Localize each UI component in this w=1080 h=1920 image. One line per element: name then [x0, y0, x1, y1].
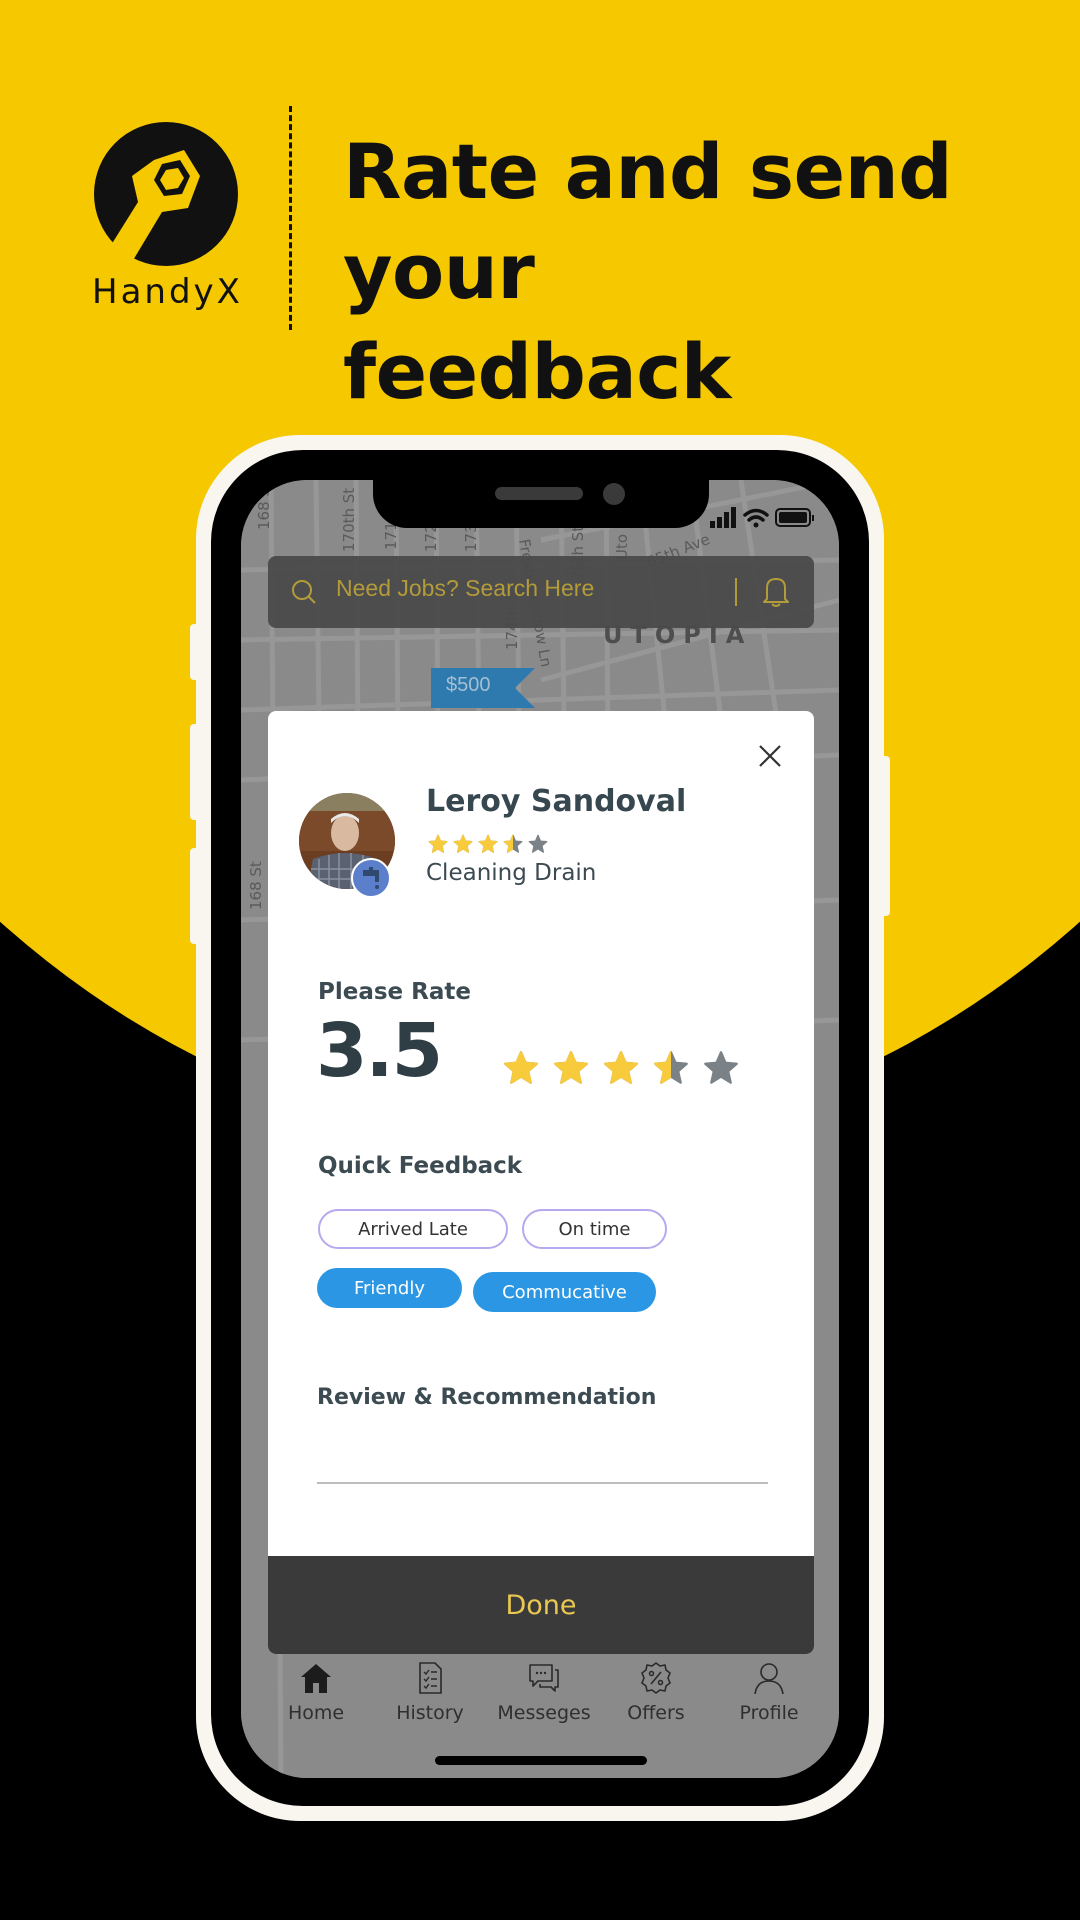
star-icon[interactable]	[503, 1050, 539, 1086]
star-icon	[453, 834, 473, 853]
phone-camera	[603, 483, 625, 505]
star-icon[interactable]	[603, 1050, 639, 1086]
chip-friendly[interactable]: Friendly	[317, 1268, 462, 1308]
review-input[interactable]	[317, 1436, 768, 1484]
phone-volume-up	[190, 724, 200, 820]
phone-side-button	[190, 624, 200, 680]
phone-volume-down	[190, 848, 200, 944]
nav-label: Messeges	[497, 1702, 591, 1724]
service-badge	[351, 858, 391, 898]
status-bar	[710, 507, 814, 528]
home-indicator	[435, 1756, 647, 1765]
search-input[interactable]: Need Jobs? Search Here	[336, 575, 594, 602]
done-button[interactable]: Done	[268, 1556, 814, 1654]
nav-item-home[interactable]: Home	[256, 1660, 376, 1724]
brand-name: HandyX	[92, 272, 243, 312]
star-icon	[528, 834, 548, 853]
offers-icon	[641, 1662, 671, 1694]
phone-speaker	[495, 487, 583, 500]
rating-value: 3.5	[316, 1008, 443, 1094]
worker-rating-stars	[428, 834, 548, 854]
star-icon	[503, 834, 523, 853]
service-name: Cleaning Drain	[426, 860, 597, 886]
messages-icon	[529, 1664, 559, 1692]
phone-power-button	[880, 756, 890, 916]
battery-icon	[775, 508, 814, 527]
headline-line-1: Rate and send your	[343, 127, 953, 316]
star-icon[interactable]	[703, 1050, 739, 1086]
bottom-nav: Home History Messeges Offers Profile	[241, 1660, 839, 1750]
close-icon[interactable]	[756, 742, 784, 770]
page-headline: Rate and send your feedback	[343, 122, 1063, 422]
price-marker-label[interactable]: $500	[446, 674, 491, 697]
star-icon[interactable]	[553, 1050, 589, 1086]
nav-label: History	[396, 1702, 464, 1724]
bell-icon[interactable]	[762, 575, 790, 607]
chip-on-time[interactable]: On time	[522, 1209, 667, 1249]
wifi-icon	[743, 508, 769, 528]
handyx-logo-icon	[94, 122, 238, 266]
star-icon	[428, 834, 448, 853]
search-icon[interactable]	[290, 578, 318, 606]
nav-item-messages[interactable]: Messeges	[484, 1660, 604, 1724]
headline-line-2: feedback	[343, 327, 731, 416]
map-label: 168 St	[247, 861, 265, 910]
nav-item-history[interactable]: History	[370, 1660, 490, 1724]
history-icon	[419, 1662, 442, 1694]
review-label: Review & Recommendation	[317, 1385, 657, 1410]
please-rate-label: Please Rate	[318, 979, 471, 1005]
map-label: 168 St	[255, 481, 273, 530]
nav-item-profile[interactable]: Profile	[709, 1660, 829, 1724]
chip-arrived-late[interactable]: Arrived Late	[318, 1209, 508, 1249]
nav-label: Profile	[739, 1702, 799, 1724]
map-label: 170th St	[340, 488, 358, 552]
faucet-icon	[363, 867, 379, 889]
nav-label: Home	[287, 1702, 345, 1724]
star-icon[interactable]	[653, 1050, 689, 1086]
profile-icon	[754, 1663, 784, 1695]
star-icon	[478, 834, 498, 853]
home-icon	[301, 1664, 331, 1693]
dashed-divider	[289, 106, 292, 330]
search-separator	[735, 578, 737, 606]
phone-notch	[373, 478, 709, 528]
worker-name: Leroy Sandoval	[426, 784, 687, 819]
nav-item-offers[interactable]: Offers	[596, 1660, 716, 1724]
rating-stars-input[interactable]	[503, 1050, 739, 1086]
quick-feedback-label: Quick Feedback	[318, 1153, 523, 1179]
chip-communicative[interactable]: Commucative	[473, 1272, 656, 1312]
signal-icon	[710, 507, 736, 528]
nav-label: Offers	[627, 1702, 685, 1724]
